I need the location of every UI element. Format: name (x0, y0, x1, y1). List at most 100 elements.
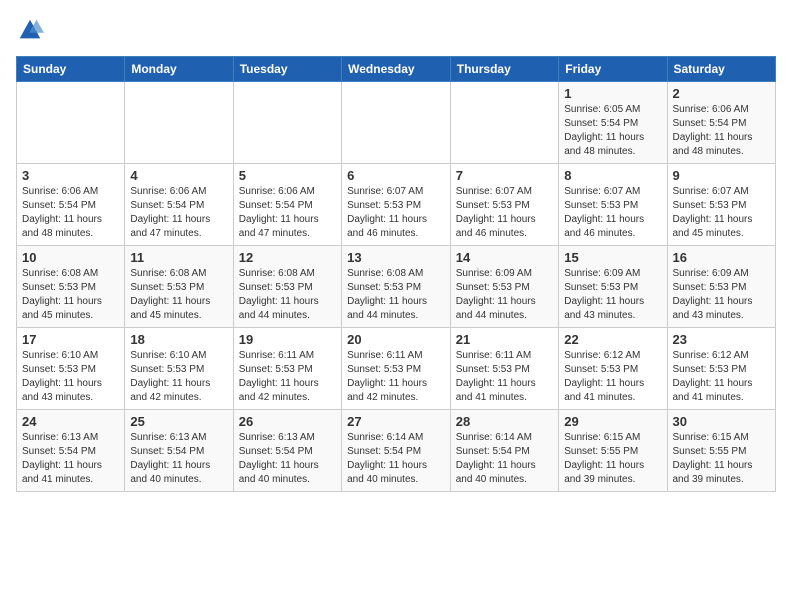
calendar-cell: 7 Sunrise: 6:07 AM Sunset: 5:53 PM Daylig… (450, 164, 558, 246)
calendar-week-row: 10 Sunrise: 6:08 AM Sunset: 5:53 PM Dayli… (17, 246, 776, 328)
day-info: Sunrise: 6:08 AM Sunset: 5:53 PM Dayligh… (347, 267, 445, 323)
day-number: 30 (673, 414, 771, 429)
day-number: 20 (347, 332, 445, 347)
calendar-cell: 4 Sunrise: 6:06 AM Sunset: 5:54 PM Daylig… (125, 164, 233, 246)
calendar-cell: 14 Sunrise: 6:09 AM Sunset: 5:53 PM Dayli… (450, 246, 558, 328)
calendar-cell (17, 82, 125, 164)
day-info: Sunrise: 6:11 AM Sunset: 5:53 PM Dayligh… (347, 349, 445, 405)
calendar-cell: 9 Sunrise: 6:07 AM Sunset: 5:53 PM Daylig… (667, 164, 776, 246)
day-number: 21 (456, 332, 553, 347)
calendar-cell: 25 Sunrise: 6:13 AM Sunset: 5:54 PM Dayli… (125, 410, 233, 492)
day-number: 14 (456, 250, 553, 265)
day-info: Sunrise: 6:13 AM Sunset: 5:54 PM Dayligh… (130, 431, 227, 487)
day-number: 27 (347, 414, 445, 429)
day-number: 25 (130, 414, 227, 429)
day-info: Sunrise: 6:06 AM Sunset: 5:54 PM Dayligh… (239, 185, 336, 241)
calendar-week-row: 3 Sunrise: 6:06 AM Sunset: 5:54 PM Daylig… (17, 164, 776, 246)
day-info: Sunrise: 6:12 AM Sunset: 5:53 PM Dayligh… (673, 349, 771, 405)
calendar: SundayMondayTuesdayWednesdayThursdayFrid… (16, 56, 776, 492)
calendar-cell: 19 Sunrise: 6:11 AM Sunset: 5:53 PM Dayli… (233, 328, 341, 410)
logo (16, 16, 48, 44)
calendar-cell: 12 Sunrise: 6:08 AM Sunset: 5:53 PM Dayli… (233, 246, 341, 328)
calendar-cell (342, 82, 451, 164)
day-info: Sunrise: 6:13 AM Sunset: 5:54 PM Dayligh… (22, 431, 119, 487)
calendar-week-row: 24 Sunrise: 6:13 AM Sunset: 5:54 PM Dayli… (17, 410, 776, 492)
day-info: Sunrise: 6:15 AM Sunset: 5:55 PM Dayligh… (564, 431, 661, 487)
day-number: 15 (564, 250, 661, 265)
day-info: Sunrise: 6:14 AM Sunset: 5:54 PM Dayligh… (456, 431, 553, 487)
calendar-cell: 21 Sunrise: 6:11 AM Sunset: 5:53 PM Dayli… (450, 328, 558, 410)
day-number: 24 (22, 414, 119, 429)
day-number: 12 (239, 250, 336, 265)
day-number: 6 (347, 168, 445, 183)
header-monday: Monday (125, 57, 233, 82)
calendar-cell (450, 82, 558, 164)
calendar-cell: 1Sunrise: 6:05 AM Sunset: 5:54 PM Daylig… (559, 82, 667, 164)
day-info: Sunrise: 6:11 AM Sunset: 5:53 PM Dayligh… (239, 349, 336, 405)
calendar-cell: 18Sunrise: 6:10 AM Sunset: 5:53 PM Dayli… (125, 328, 233, 410)
day-number: 23 (673, 332, 771, 347)
day-number: 9 (673, 168, 771, 183)
calendar-cell: 2 Sunrise: 6:06 AM Sunset: 5:54 PM Daylig… (667, 82, 776, 164)
day-info: Sunrise: 6:07 AM Sunset: 5:53 PM Dayligh… (456, 185, 553, 241)
day-number: 3 (22, 168, 119, 183)
day-info: Sunrise: 6:08 AM Sunset: 5:53 PM Dayligh… (239, 267, 336, 323)
calendar-cell (125, 82, 233, 164)
calendar-cell: 27 Sunrise: 6:14 AM Sunset: 5:54 PM Dayli… (342, 410, 451, 492)
calendar-cell: 23 Sunrise: 6:12 AM Sunset: 5:53 PM Dayli… (667, 328, 776, 410)
day-info: Sunrise: 6:09 AM Sunset: 5:53 PM Dayligh… (564, 267, 661, 323)
day-info: Sunrise: 6:08 AM Sunset: 5:53 PM Dayligh… (22, 267, 119, 323)
header-saturday: Saturday (667, 57, 776, 82)
calendar-cell: 5Sunrise: 6:06 AM Sunset: 5:54 PM Daylig… (233, 164, 341, 246)
day-number: 1 (564, 86, 661, 101)
day-info: Sunrise: 6:06 AM Sunset: 5:54 PM Dayligh… (130, 185, 227, 241)
day-info: Sunrise: 6:15 AM Sunset: 5:55 PM Dayligh… (673, 431, 771, 487)
day-info: Sunrise: 6:07 AM Sunset: 5:53 PM Dayligh… (347, 185, 445, 241)
page-header (16, 16, 776, 44)
day-number: 4 (130, 168, 227, 183)
day-number: 13 (347, 250, 445, 265)
day-info: Sunrise: 6:07 AM Sunset: 5:53 PM Dayligh… (673, 185, 771, 241)
day-info: Sunrise: 6:09 AM Sunset: 5:53 PM Dayligh… (673, 267, 771, 323)
calendar-header-row: SundayMondayTuesdayWednesdayThursdayFrid… (17, 57, 776, 82)
day-info: Sunrise: 6:10 AM Sunset: 5:53 PM Dayligh… (22, 349, 119, 405)
calendar-cell: 8 Sunrise: 6:07 AM Sunset: 5:53 PM Daylig… (559, 164, 667, 246)
calendar-cell: 15 Sunrise: 6:09 AM Sunset: 5:53 PM Dayli… (559, 246, 667, 328)
calendar-cell (233, 82, 341, 164)
header-thursday: Thursday (450, 57, 558, 82)
calendar-cell: 20 Sunrise: 6:11 AM Sunset: 5:53 PM Dayli… (342, 328, 451, 410)
day-number: 19 (239, 332, 336, 347)
day-info: Sunrise: 6:11 AM Sunset: 5:53 PM Dayligh… (456, 349, 553, 405)
day-info: Sunrise: 6:07 AM Sunset: 5:53 PM Dayligh… (564, 185, 661, 241)
day-number: 10 (22, 250, 119, 265)
day-number: 28 (456, 414, 553, 429)
day-number: 2 (673, 86, 771, 101)
header-sunday: Sunday (17, 57, 125, 82)
day-info: Sunrise: 6:06 AM Sunset: 5:54 PM Dayligh… (673, 103, 771, 159)
day-number: 22 (564, 332, 661, 347)
calendar-cell: 11Sunrise: 6:08 AM Sunset: 5:53 PM Dayli… (125, 246, 233, 328)
day-number: 29 (564, 414, 661, 429)
day-number: 7 (456, 168, 553, 183)
calendar-cell: 30 Sunrise: 6:15 AM Sunset: 5:55 PM Dayli… (667, 410, 776, 492)
calendar-cell: 29 Sunrise: 6:15 AM Sunset: 5:55 PM Dayli… (559, 410, 667, 492)
header-tuesday: Tuesday (233, 57, 341, 82)
day-info: Sunrise: 6:09 AM Sunset: 5:53 PM Dayligh… (456, 267, 553, 323)
calendar-cell: 24 Sunrise: 6:13 AM Sunset: 5:54 PM Dayli… (17, 410, 125, 492)
day-info: Sunrise: 6:12 AM Sunset: 5:53 PM Dayligh… (564, 349, 661, 405)
calendar-cell: 26 Sunrise: 6:13 AM Sunset: 5:54 PM Dayli… (233, 410, 341, 492)
day-info: Sunrise: 6:14 AM Sunset: 5:54 PM Dayligh… (347, 431, 445, 487)
logo-icon (16, 16, 44, 44)
day-number: 16 (673, 250, 771, 265)
calendar-cell: 3 Sunrise: 6:06 AM Sunset: 5:54 PM Daylig… (17, 164, 125, 246)
day-number: 11 (130, 250, 227, 265)
header-wednesday: Wednesday (342, 57, 451, 82)
calendar-cell: 10 Sunrise: 6:08 AM Sunset: 5:53 PM Dayli… (17, 246, 125, 328)
calendar-week-row: 17Sunrise: 6:10 AM Sunset: 5:53 PM Dayli… (17, 328, 776, 410)
day-number: 26 (239, 414, 336, 429)
calendar-cell: 6 Sunrise: 6:07 AM Sunset: 5:53 PM Daylig… (342, 164, 451, 246)
day-number: 8 (564, 168, 661, 183)
day-info: Sunrise: 6:13 AM Sunset: 5:54 PM Dayligh… (239, 431, 336, 487)
day-info: Sunrise: 6:06 AM Sunset: 5:54 PM Dayligh… (22, 185, 119, 241)
calendar-cell: 28 Sunrise: 6:14 AM Sunset: 5:54 PM Dayli… (450, 410, 558, 492)
